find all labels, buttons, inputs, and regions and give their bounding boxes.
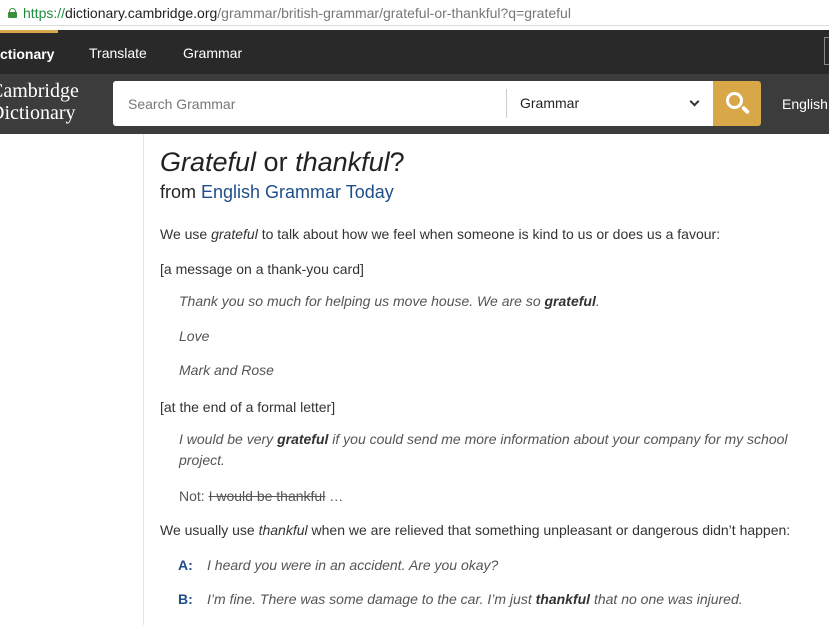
example-sentence: Thank you so much for helping us move ho… [179, 293, 600, 309]
example-sentence: I would be very grateful if you could se… [179, 431, 788, 468]
search-box: Grammar [113, 81, 714, 126]
chevron-down-icon [689, 96, 700, 107]
dialogue-line-b: B: I’m fine. There was some damage to the… [178, 591, 743, 607]
browser-url-bar[interactable]: https://dictionary.cambridge.org/grammar… [0, 0, 829, 26]
nav-edge-box[interactable] [824, 37, 829, 65]
context-label: [a message on a thank-you card] [160, 261, 364, 277]
example-sentence: Love [179, 328, 210, 344]
nav-grammar[interactable]: Grammar [183, 30, 242, 74]
page-title: Grateful or thankful? [160, 147, 405, 177]
top-nav: ctionary Translate Grammar [0, 30, 829, 74]
article: Grateful or thankful? from English Gramm… [160, 144, 820, 607]
paragraph-thankful: We usually use thankful when we are reli… [160, 522, 791, 538]
nav-translate[interactable]: Translate [89, 30, 147, 74]
site-header: Cambridge Dictionary Grammar English [0, 74, 829, 134]
incorrect-usage: Not: I would be thankful … [179, 488, 344, 504]
dialogue-line-a: A: I heard you were in an accident. Are y… [178, 557, 499, 573]
context-label: [at the end of a formal letter] [160, 399, 336, 415]
search-icon [726, 92, 743, 109]
url-text[interactable]: https://dictionary.cambridge.org/grammar… [23, 5, 571, 21]
search-input[interactable] [113, 81, 506, 126]
search-button[interactable] [713, 81, 761, 126]
nav-dictionary[interactable]: ctionary [0, 30, 58, 74]
search-scope-select[interactable]: Grammar [507, 81, 714, 126]
source-line: from English Grammar Today [160, 182, 394, 202]
language-selector[interactable]: English [782, 74, 828, 134]
paragraph-grateful: We use grateful to talk about how we fee… [160, 226, 721, 242]
example-sentence: Mark and Rose [179, 362, 274, 378]
source-link[interactable]: English Grammar Today [201, 182, 394, 202]
content-divider [143, 134, 144, 625]
cambridge-logo[interactable]: Cambridge Dictionary [0, 80, 95, 124]
lock-icon [8, 7, 17, 18]
